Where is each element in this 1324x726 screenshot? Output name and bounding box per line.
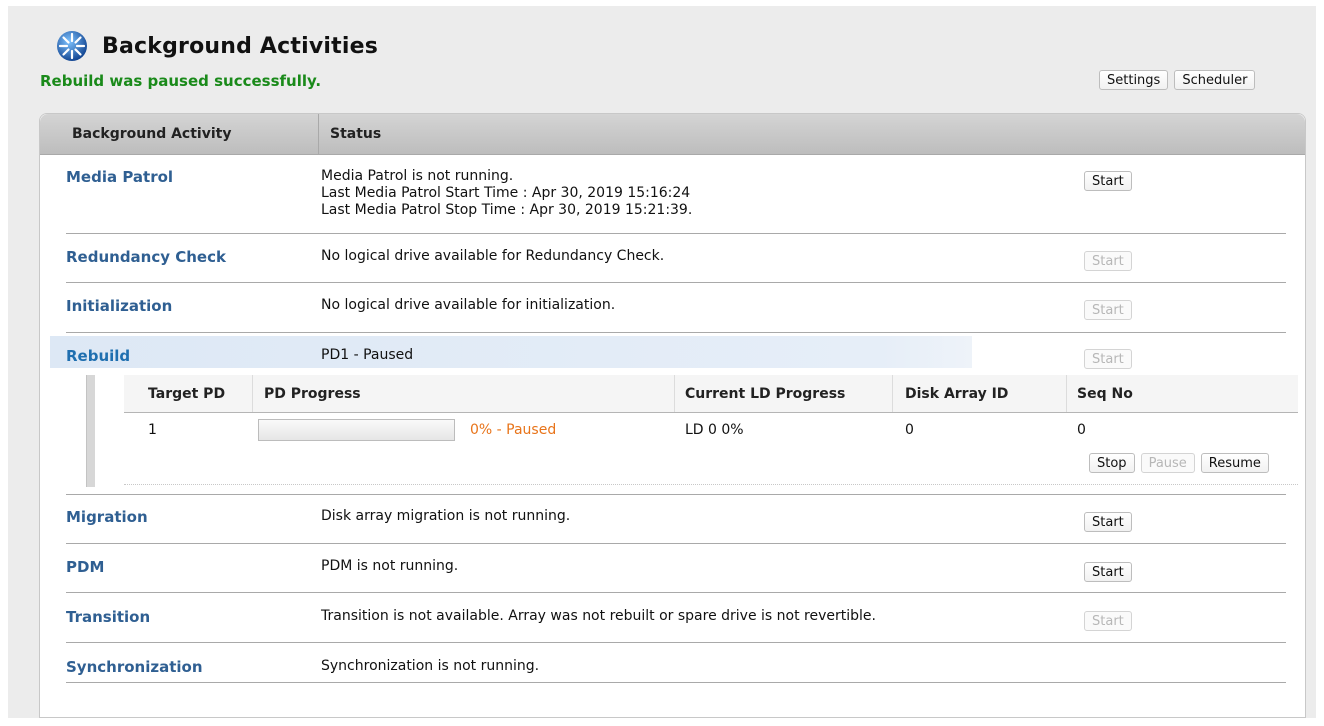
activity-link-rebuild[interactable]: Rebuild	[66, 347, 130, 365]
column-divider	[318, 114, 319, 154]
activity-link-pdm[interactable]: PDM	[66, 558, 104, 576]
activity-link-transition[interactable]: Transition	[66, 608, 150, 626]
row-divider	[66, 682, 1286, 683]
activity-status: No logical drive available for Redundanc…	[321, 248, 665, 264]
column-header-status: Status	[330, 126, 382, 142]
column-header-pd-progress: PD Progress	[264, 386, 361, 402]
globe-icon	[57, 31, 87, 61]
column-header-ld-progress: Current LD Progress	[685, 386, 846, 402]
row-divider	[66, 332, 1286, 333]
activity-link-redundancy-check[interactable]: Redundancy Check	[66, 248, 226, 266]
pause-button[interactable]: Pause	[1140, 453, 1195, 473]
start-button-transition[interactable]: Start	[1084, 611, 1132, 631]
detail-indent-bar	[86, 375, 95, 487]
resume-button[interactable]: Resume	[1200, 453, 1269, 473]
status-line: Last Media Patrol Start Time : Apr 30, 2…	[321, 185, 691, 201]
page-title: Background Activities	[102, 33, 379, 59]
seq-no-value: 0	[1077, 422, 1086, 438]
start-button-pdm[interactable]: Start	[1084, 562, 1132, 582]
activity-link-initialization[interactable]: Initialization	[66, 297, 172, 315]
ld-progress-value: LD 0 0%	[685, 422, 744, 438]
rebuild-highlight	[50, 336, 972, 368]
detail-bottom-border	[124, 484, 1298, 485]
activity-status: PD1 - Paused	[321, 347, 414, 363]
activity-link-migration[interactable]: Migration	[66, 508, 148, 526]
activity-status: Transition is not available. Array was n…	[321, 608, 876, 624]
status-line: Media Patrol is not running.	[321, 168, 514, 184]
row-divider	[66, 282, 1286, 283]
row-divider	[66, 642, 1286, 643]
row-divider	[66, 592, 1286, 593]
activity-link-media-patrol[interactable]: Media Patrol	[66, 168, 173, 186]
settings-button[interactable]: Settings	[1099, 70, 1169, 90]
stop-button[interactable]: Stop	[1089, 453, 1135, 473]
page: Background Activities Rebuild was paused…	[8, 6, 1316, 718]
table-header: Background Activity Status	[40, 114, 1305, 155]
column-divider	[252, 375, 253, 412]
status-line: Last Media Patrol Stop Time : Apr 30, 20…	[321, 202, 693, 218]
column-header-seq-no: Seq No	[1077, 386, 1133, 402]
rebuild-controls: Stop Pause Resume	[1089, 453, 1269, 473]
row-divider	[66, 543, 1286, 544]
progress-status-text: 0% - Paused	[470, 422, 557, 438]
detail-header: Target PD PD Progress Current LD Progres…	[124, 375, 1298, 413]
start-button-redundancy-check[interactable]: Start	[1084, 251, 1132, 271]
activities-table: Background Activity Status Media Patrol …	[39, 113, 1306, 718]
activity-link-synchronization[interactable]: Synchronization	[66, 658, 203, 676]
column-divider	[1066, 375, 1067, 412]
start-button-rebuild[interactable]: Start	[1084, 349, 1132, 369]
rebuild-detail-table: Target PD PD Progress Current LD Progres…	[86, 375, 1298, 487]
top-toolbar: Settings Scheduler	[1099, 70, 1256, 90]
start-button-media-patrol[interactable]: Start	[1084, 171, 1132, 191]
page-header: Background Activities	[56, 30, 378, 62]
pd-progress-bar	[258, 419, 455, 441]
row-divider	[66, 233, 1286, 234]
success-message: Rebuild was paused successfully.	[40, 72, 322, 90]
scheduler-button[interactable]: Scheduler	[1174, 70, 1256, 90]
column-divider	[892, 375, 893, 412]
activity-status: Synchronization is not running.	[321, 658, 540, 674]
start-button-initialization[interactable]: Start	[1084, 300, 1132, 320]
column-header-target-pd: Target PD	[148, 386, 226, 402]
target-pd-value: 1	[148, 422, 157, 438]
activity-status: No logical drive available for initializ…	[321, 297, 616, 313]
column-header-activity: Background Activity	[72, 126, 232, 142]
column-divider	[674, 375, 675, 412]
start-button-migration[interactable]: Start	[1084, 512, 1132, 532]
disk-array-id-value: 0	[905, 422, 914, 438]
activity-status: PDM is not running.	[321, 558, 459, 574]
activity-status: Disk array migration is not running.	[321, 508, 571, 524]
column-header-disk-array-id: Disk Array ID	[905, 386, 1009, 402]
activity-status: Media Patrol is not running. Last Media …	[321, 168, 692, 219]
row-divider	[66, 494, 1286, 495]
